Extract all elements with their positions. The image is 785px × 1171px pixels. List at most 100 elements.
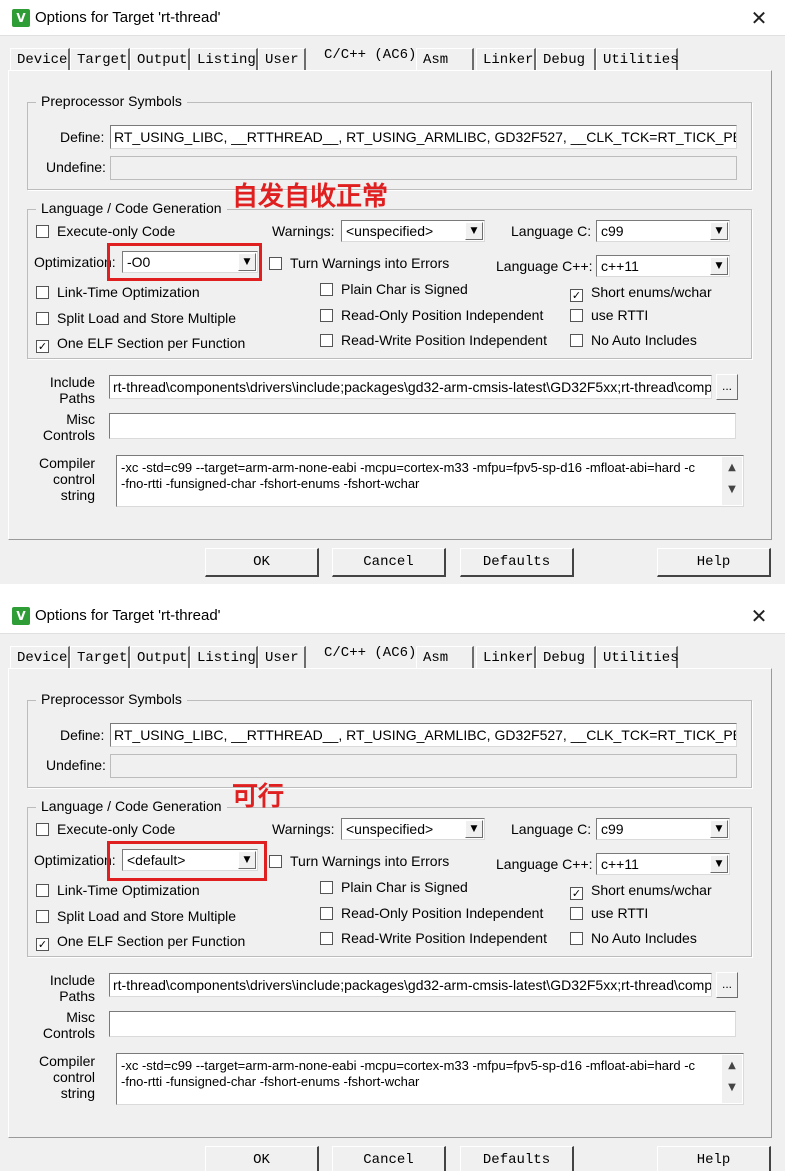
- undefine-input[interactable]: [110, 156, 737, 180]
- warnings-value: <unspecified>: [346, 821, 434, 837]
- chevron-down-icon[interactable]: ▼: [722, 1077, 742, 1099]
- chevron-down-icon: ▼: [710, 820, 728, 838]
- checkbox-box: [36, 312, 49, 325]
- short-enums-checkbox[interactable]: ✓ Short enums/wchar: [570, 284, 712, 302]
- browse-button[interactable]: ...: [716, 374, 738, 400]
- plain-char-checkbox[interactable]: Plain Char is Signed: [320, 281, 468, 297]
- scrollbar[interactable]: ▲ ▼: [722, 1055, 742, 1103]
- tab-target[interactable]: Target: [70, 48, 130, 70]
- checkmark-icon: ✓: [36, 340, 49, 353]
- defaults-button[interactable]: Defaults: [460, 1146, 574, 1171]
- cancel-button[interactable]: Cancel: [332, 1146, 446, 1171]
- rwpi-checkbox[interactable]: Read-Write Position Independent: [320, 930, 547, 946]
- short-enums-checkbox[interactable]: ✓ Short enums/wchar: [570, 882, 712, 900]
- ok-button[interactable]: OK: [205, 548, 319, 577]
- checkbox-box: [320, 932, 333, 945]
- tab-device[interactable]: Device: [10, 48, 70, 70]
- undefine-input[interactable]: [110, 754, 737, 778]
- help-button[interactable]: Help: [657, 1146, 771, 1171]
- tab-debug[interactable]: Debug: [536, 48, 596, 70]
- one-elf-checkbox[interactable]: ✓ One ELF Section per Function: [36, 335, 245, 353]
- tab-c-cpp-ac6[interactable]: C/C++ (AC6): [318, 44, 418, 70]
- use-rtti-checkbox[interactable]: use RTTI: [570, 905, 648, 921]
- tab-listing[interactable]: Listing: [190, 646, 258, 668]
- chevron-down-icon: ▼: [710, 855, 728, 873]
- tab-asm[interactable]: Asm: [416, 646, 474, 668]
- plain-char-label: Plain Char is Signed: [341, 281, 468, 297]
- tab-utilities[interactable]: Utilities: [596, 646, 679, 668]
- tab-device[interactable]: Device: [10, 646, 70, 668]
- tab-output[interactable]: Output: [130, 48, 190, 70]
- keil-uvision-icon: V: [12, 607, 30, 625]
- tab-linker[interactable]: Linker: [476, 48, 536, 70]
- ropi-checkbox[interactable]: Read-Only Position Independent: [320, 307, 543, 323]
- language-cpp-select[interactable]: c++11 ▼: [596, 853, 730, 875]
- turn-warnings-checkbox[interactable]: Turn Warnings into Errors: [269, 853, 449, 869]
- browse-button[interactable]: ...: [716, 972, 738, 998]
- tab-user[interactable]: User: [258, 646, 306, 668]
- define-input[interactable]: RT_USING_LIBC, __RTTHREAD__, RT_USING_AR…: [110, 723, 737, 747]
- split-load-checkbox[interactable]: Split Load and Store Multiple: [36, 310, 236, 326]
- tab-linker[interactable]: Linker: [476, 646, 536, 668]
- warnings-value: <unspecified>: [346, 223, 434, 239]
- tab-c-cpp-ac6[interactable]: C/C++ (AC6): [318, 642, 418, 668]
- checkbox-box: [320, 283, 333, 296]
- turn-warnings-checkbox[interactable]: Turn Warnings into Errors: [269, 255, 449, 271]
- cancel-button[interactable]: Cancel: [332, 548, 446, 577]
- defaults-button[interactable]: Defaults: [460, 548, 574, 577]
- use-rtti-checkbox[interactable]: use RTTI: [570, 307, 648, 323]
- split-load-checkbox[interactable]: Split Load and Store Multiple: [36, 908, 236, 924]
- warnings-select[interactable]: <unspecified> ▼: [341, 220, 485, 242]
- tab-output[interactable]: Output: [130, 646, 190, 668]
- no-auto-includes-checkbox[interactable]: No Auto Includes: [570, 930, 697, 946]
- execute-only-checkbox[interactable]: Execute-only Code: [36, 821, 175, 837]
- tab-debug[interactable]: Debug: [536, 646, 596, 668]
- tab-listing[interactable]: Listing: [190, 48, 258, 70]
- no-auto-includes-label: No Auto Includes: [591, 930, 697, 946]
- tab-user[interactable]: User: [258, 48, 306, 70]
- compiler-control-textarea[interactable]: -xc -std=c99 --target=arm-arm-none-eabi …: [116, 455, 744, 507]
- language-c-label: Language C:: [511, 821, 592, 837]
- checkmark-icon: ✓: [36, 938, 49, 951]
- tab-target[interactable]: Target: [70, 646, 130, 668]
- define-input[interactable]: RT_USING_LIBC, __RTTHREAD__, RT_USING_AR…: [110, 125, 737, 149]
- checkbox-box: [570, 932, 583, 945]
- warnings-select[interactable]: <unspecified> ▼: [341, 818, 485, 840]
- options-dialog-bottom: V Options for Target 'rt-thread' ✕ Devic…: [0, 598, 785, 1171]
- dialog-title: Options for Target 'rt-thread': [35, 607, 221, 624]
- language-c-select[interactable]: c99 ▼: [596, 818, 730, 840]
- close-icon[interactable]: ✕: [747, 6, 771, 30]
- chevron-down-icon: ▼: [465, 222, 483, 240]
- close-icon[interactable]: ✕: [747, 604, 771, 628]
- short-enums-label: Short enums/wchar: [591, 284, 712, 300]
- language-cpp-label: Language C++:: [496, 856, 593, 872]
- plain-char-checkbox[interactable]: Plain Char is Signed: [320, 879, 468, 895]
- codegen-group: Language / Code Generation Execute-only …: [27, 798, 752, 957]
- compiler-control-textarea[interactable]: -xc -std=c99 --target=arm-arm-none-eabi …: [116, 1053, 744, 1105]
- tab-asm[interactable]: Asm: [416, 48, 474, 70]
- help-button[interactable]: Help: [657, 548, 771, 577]
- no-auto-includes-checkbox[interactable]: No Auto Includes: [570, 332, 697, 348]
- link-time-checkbox[interactable]: Link-Time Optimization: [36, 284, 200, 300]
- rwpi-checkbox[interactable]: Read-Write Position Independent: [320, 332, 547, 348]
- one-elf-checkbox[interactable]: ✓ One ELF Section per Function: [36, 933, 245, 951]
- chevron-down-icon[interactable]: ▼: [722, 479, 742, 501]
- chevron-up-icon[interactable]: ▲: [722, 457, 742, 479]
- dialog-title: Options for Target 'rt-thread': [35, 9, 221, 26]
- chevron-up-icon[interactable]: ▲: [722, 1055, 742, 1077]
- tab-utilities[interactable]: Utilities: [596, 48, 679, 70]
- scrollbar[interactable]: ▲ ▼: [722, 457, 742, 505]
- include-paths-input[interactable]: rt-thread\components\drivers\include;pac…: [109, 375, 712, 399]
- ropi-checkbox[interactable]: Read-Only Position Independent: [320, 905, 543, 921]
- preprocessor-group: Preprocessor Symbols Define: RT_USING_LI…: [27, 93, 752, 190]
- misc-controls-input[interactable]: [109, 413, 736, 439]
- execute-only-checkbox[interactable]: Execute-only Code: [36, 223, 175, 239]
- misc-controls-input[interactable]: [109, 1011, 736, 1037]
- annotation-text: 自发自收正常: [232, 182, 389, 212]
- language-c-select[interactable]: c99 ▼: [596, 220, 730, 242]
- link-time-checkbox[interactable]: Link-Time Optimization: [36, 882, 200, 898]
- language-cpp-select[interactable]: c++11 ▼: [596, 255, 730, 277]
- include-paths-input[interactable]: rt-thread\components\drivers\include;pac…: [109, 973, 712, 997]
- define-label: Define:: [60, 727, 105, 743]
- ok-button[interactable]: OK: [205, 1146, 319, 1171]
